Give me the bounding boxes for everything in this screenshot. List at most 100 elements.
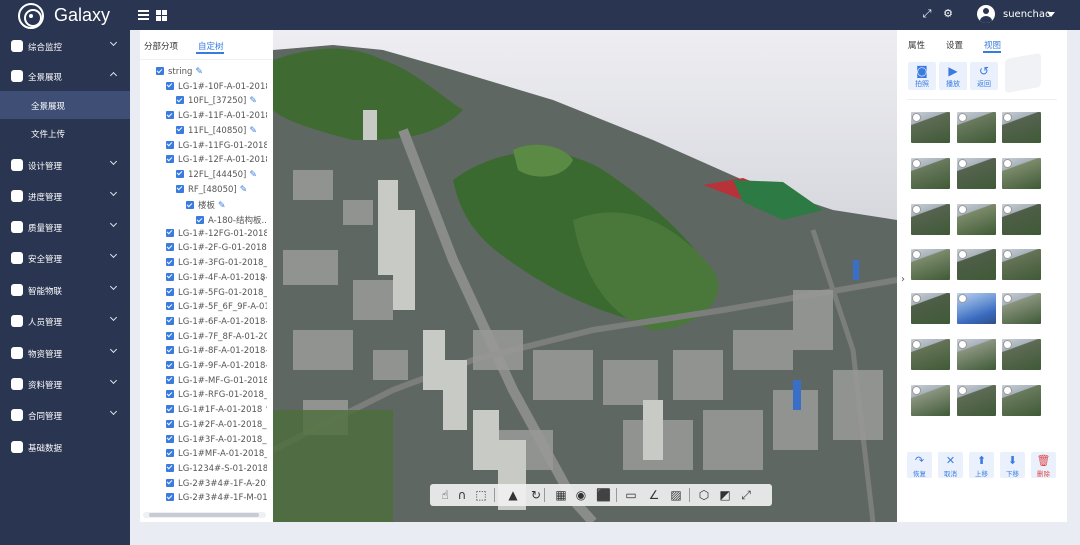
radio-button[interactable] [958,159,967,168]
radio-button[interactable] [1003,340,1012,349]
tree-node[interactable]: LG-1#-RFG-01-2018_F [166,390,267,404]
tree-node[interactable]: LG-1#-9F-A-01-2018- [166,361,267,375]
checkbox-checked[interactable] [166,346,174,355]
view-thumbnail[interactable] [1002,204,1041,235]
move-up-button[interactable]: ⬆ 上移 [969,452,994,478]
radio-button[interactable] [958,113,967,122]
sidebar-item-2[interactable]: 设计管理 [0,150,130,180]
view-thumbnail[interactable] [911,293,950,324]
sidebar-item-5[interactable]: 安全管理 [0,243,130,273]
radio-button[interactable] [912,159,921,168]
checkbox-checked[interactable] [166,463,174,472]
menu-icon[interactable] [138,10,149,20]
tree-node[interactable]: LG-1#-4F-A-01-2018- [166,272,267,287]
checkbox-checked[interactable] [166,434,174,443]
radio-button[interactable] [958,340,967,349]
edit-pen-icon[interactable]: ✎ [218,201,226,211]
tree-node[interactable]: LG-1#-12F-A-01-2018 [166,155,267,169]
edit-pen-icon[interactable]: ✎ [195,67,203,77]
view-thumbnail[interactable] [911,112,950,143]
radio-button[interactable] [912,386,921,395]
edit-pen-icon[interactable]: ✎ [249,126,257,136]
collapse-left-icon[interactable]: ‹ [261,274,269,288]
cube-select-icon[interactable]: ⬚ [474,488,488,502]
checkbox-checked[interactable] [166,287,174,296]
play-button[interactable]: ▶ 播放 [939,62,967,90]
view-thumbnail[interactable] [1002,339,1041,370]
checkbox-checked[interactable] [166,140,174,149]
checkbox-checked[interactable] [196,216,204,224]
checkbox-checked[interactable] [166,155,174,164]
tree-node[interactable]: LG-1#MF-A-01-2018_ [166,449,267,463]
radio-button[interactable] [912,250,921,259]
checkbox-checked[interactable] [166,316,174,325]
tree-node[interactable]: LG-1234#-S-01-2018- [166,463,267,478]
checkbox-checked[interactable] [166,419,174,428]
radio-button[interactable] [1003,294,1012,303]
view-thumbnail[interactable] [957,158,996,189]
tree-node[interactable]: LG-1#-5FG-01-2018_F [166,287,267,302]
view-thumbnail[interactable] [957,293,996,324]
view-thumbnail[interactable] [911,204,950,235]
tree-node[interactable]: 11FL_[40850] ✎ [176,125,267,140]
light-icon[interactable]: ◉ [574,488,588,502]
tree-node[interactable]: LG-1#-10F-A-01-2018 [166,81,267,96]
rotate-icon[interactable]: ↻ [529,488,543,502]
section-icon[interactable]: ◩ [718,488,732,502]
sidebar-item-6[interactable]: 智能物联 [0,275,130,305]
view-thumbnail[interactable] [957,249,996,280]
tab-custom-tree[interactable]: 自定树 [198,40,224,52]
tree-node[interactable]: RF_[48050] ✎ [176,184,267,199]
view-thumbnail[interactable] [911,158,950,189]
view-thumbnail[interactable] [1002,249,1041,280]
measure-line-icon[interactable]: ▭ [624,488,638,502]
tree-node[interactable]: LG-2#3#4#-1F-A-2018 [166,478,267,493]
radio-button[interactable] [958,250,967,259]
sidebar-subitem-1[interactable]: 文件上传 [0,119,130,147]
tree-node[interactable]: 楼板 ✎ [186,199,267,213]
chevron-down-icon[interactable] [1047,12,1055,17]
checkbox-checked[interactable] [166,361,174,369]
radio-button[interactable] [912,113,921,122]
city-3d-viewport[interactable]: ☝ ∩ ⬚ ▲ ↻ ▦ ◉ ⬛ ▭ ∠ ▨ ⬡ ◩ ⤢ [273,30,897,522]
radio-button[interactable] [958,205,967,214]
view-thumbnail[interactable] [1002,293,1041,324]
tree-node[interactable]: LG-2#3#4#-1F-M-01-2 [166,493,267,507]
shadow-icon[interactable]: ▦ [554,488,568,502]
checkbox-checked[interactable] [176,169,184,178]
user-avatar-icon[interactable] [977,5,995,23]
tree-node[interactable]: LG-1#-11F-A-01-2018 [166,111,267,125]
view-thumbnail[interactable] [957,385,996,416]
tree-node[interactable]: 12FL_[44450] ✎ [176,169,267,184]
pointer-icon[interactable]: ☝ [438,488,452,502]
tree-node[interactable]: LG-1#-7F_8F-A-01-20 [166,331,267,346]
move-down-button[interactable]: ⬇ 下移 [1000,452,1025,478]
checkbox-checked[interactable] [166,478,174,487]
box-icon[interactable]: ⬛ [596,488,611,502]
checkbox-checked[interactable] [166,331,174,340]
checkbox-checked[interactable] [176,125,184,134]
fullscreen-icon[interactable]: ⤢ [739,488,753,502]
tree-node[interactable]: LG-1#2F-A-01-2018_ [166,419,267,434]
terrain-icon[interactable]: ▲ [506,488,520,502]
sidebar-item-1[interactable]: 全景展现 [0,61,130,91]
checkbox-checked[interactable] [166,272,174,281]
tree-node[interactable]: LG-1#3F-A-01-2018_F [166,434,267,449]
sidebar-item-3[interactable]: 进度管理 [0,181,130,211]
tree-node[interactable]: string ✎ [156,67,267,81]
view-thumbnail[interactable] [957,204,996,235]
close-button[interactable]: ✕ 取消 [938,452,963,478]
view-thumbnail[interactable] [1002,112,1041,143]
radio-button[interactable] [1003,205,1012,214]
radio-button[interactable] [1003,113,1012,122]
horizontal-scrollbar[interactable] [143,512,266,518]
checkbox-checked[interactable] [166,243,174,252]
radio-button[interactable] [1003,250,1012,259]
sidebar-item-7[interactable]: 人员管理 [0,306,130,336]
checkbox-checked[interactable] [166,449,174,458]
tree-node[interactable]: LG-1#-6F-A-01-2018- [166,316,267,331]
checkbox-checked[interactable] [166,390,174,399]
radio-button[interactable] [1003,386,1012,395]
collapse-right-icon[interactable]: › [901,274,909,288]
tree-node[interactable]: LG-1#-5F_6F_9F-A-01 [166,302,267,316]
